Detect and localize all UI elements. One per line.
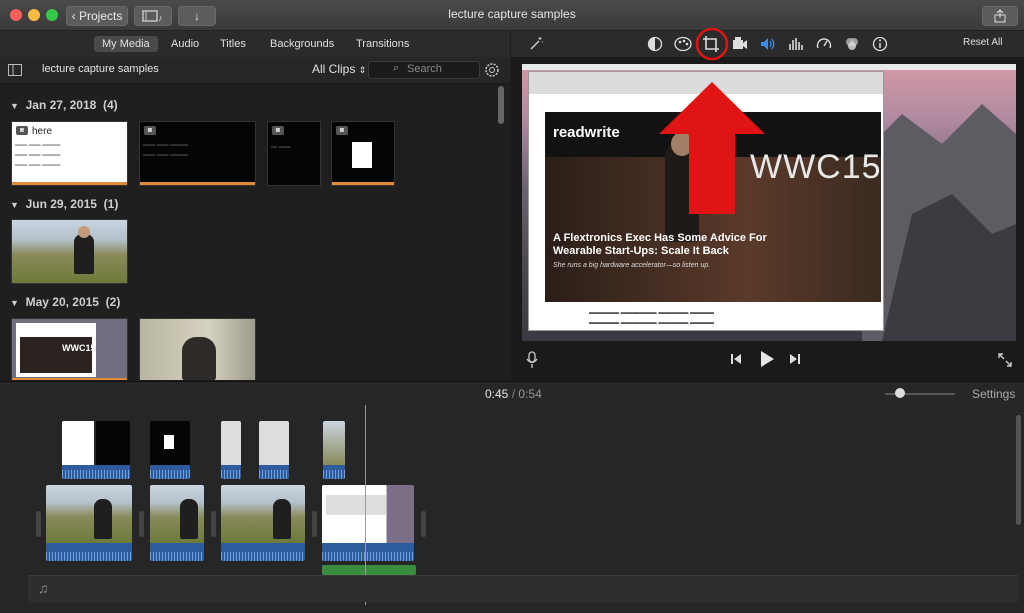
clip-thumbnail[interactable]: ◙ here ▬▬ ▬▬ ▬▬▬ ▬▬ ▬▬ ▬▬▬ ▬▬ ▬▬ ▬▬▬ xyxy=(11,121,128,186)
event-name: lecture capture samples xyxy=(42,63,159,75)
tab-my-media[interactable]: My Media xyxy=(94,36,158,52)
camera-icon: ◙ xyxy=(272,126,284,135)
disclosure-triangle-icon: ▼ xyxy=(10,101,19,111)
share-button[interactable] xyxy=(982,6,1018,26)
camera-icon: ◙ xyxy=(336,126,348,135)
total-time: 0:54 xyxy=(518,387,542,401)
article-headline: A Flextronics Exec Has Some Advice For W… xyxy=(553,232,767,257)
play-icon[interactable] xyxy=(758,349,776,369)
clip-trim-handle[interactable] xyxy=(139,511,144,537)
clip-trim-handle[interactable] xyxy=(312,511,317,537)
timeline-clip-selected[interactable] xyxy=(322,485,414,561)
color-balance-icon[interactable] xyxy=(647,36,663,52)
clip-thumbnail[interactable] xyxy=(11,219,128,284)
clip-trim-handle[interactable] xyxy=(421,511,426,537)
search-field[interactable]: ⌕ Search xyxy=(368,61,480,79)
cutaway-clip[interactable] xyxy=(259,421,289,479)
color-palette-icon[interactable] xyxy=(674,36,692,52)
music-well: ♫ xyxy=(28,575,1018,602)
stepper-icon: ⇕ xyxy=(358,65,367,75)
skip-back-icon[interactable] xyxy=(729,352,743,366)
timecode: 0:45 / 0:54 xyxy=(485,387,542,401)
share-icon xyxy=(994,9,1006,23)
viewer-toolbar: Reset All xyxy=(511,31,1024,57)
window-title: lecture capture samples xyxy=(448,7,576,21)
media-browser: ▼ Jan 27, 2018 (4) ◙ here ▬▬ ▬▬ ▬▬▬ ▬▬ ▬… xyxy=(0,84,510,380)
search-icon: ⌕ xyxy=(393,62,400,74)
filter-effects-icon[interactable] xyxy=(844,36,860,52)
speedometer-icon[interactable] xyxy=(816,36,832,52)
clip-thumbnail[interactable]: ◙ ▬▬ ▬▬ ▬▬▬ ▬▬ ▬▬ ▬▬▬ xyxy=(139,121,256,186)
browser-scrollbar[interactable] xyxy=(498,86,504,124)
sidebar-toggle-icon[interactable] xyxy=(8,64,22,76)
clip-thumbnail[interactable] xyxy=(139,318,256,380)
magic-wand-icon[interactable] xyxy=(528,36,544,52)
site-logo: readwrite xyxy=(553,124,620,141)
mountain-graphic xyxy=(862,104,1016,341)
fullscreen-icon[interactable] xyxy=(997,352,1013,368)
disclosure-triangle-icon: ▼ xyxy=(10,200,19,210)
library-tabs: My Media Audio Titles Backgrounds Transi… xyxy=(0,31,510,57)
date-group-header[interactable]: ▼ Jan 27, 2018 (4) xyxy=(10,98,118,112)
camera-icon: ◙ xyxy=(144,126,156,135)
cutaway-clip[interactable] xyxy=(150,421,190,479)
timeline-clip[interactable] xyxy=(150,485,204,561)
timeline-settings-button[interactable]: Settings xyxy=(972,387,1015,401)
music-track[interactable] xyxy=(322,565,416,575)
date-group-header[interactable]: ▼ May 20, 2015 (2) xyxy=(10,295,120,309)
clip-caption: here xyxy=(32,126,53,137)
clip-trim-handle[interactable] xyxy=(211,511,216,537)
tab-audio[interactable]: Audio xyxy=(163,36,207,52)
clip-thumbnail[interactable]: ◙ xyxy=(331,121,395,186)
event-banner: WWC15 xyxy=(750,148,882,186)
cutaway-clip[interactable] xyxy=(323,421,345,479)
disclosure-triangle-icon: ▼ xyxy=(10,298,19,308)
menu-bar xyxy=(522,64,1016,70)
cutaway-clip[interactable] xyxy=(221,421,241,479)
reset-all-button[interactable]: Reset All xyxy=(963,37,1002,48)
clip-thumbnail[interactable]: WWC15 xyxy=(11,318,128,380)
clip-filter-select[interactable]: All Clips ⇕ xyxy=(312,62,366,76)
microphone-icon[interactable] xyxy=(526,351,538,369)
current-time: 0:45 xyxy=(485,387,509,401)
tab-transitions[interactable]: Transitions xyxy=(348,36,417,52)
presenter-figure xyxy=(74,234,94,274)
equalizer-icon[interactable] xyxy=(788,36,806,52)
timeline-clip[interactable] xyxy=(221,485,305,561)
title-bar: ‹ Projects ♪ ↓ lecture capture samples xyxy=(0,0,1024,31)
webcam-person xyxy=(182,337,216,380)
clip-thumbnail[interactable]: ◙ ▬ ▬▬ xyxy=(267,121,321,186)
timeline-clip[interactable] xyxy=(46,485,132,561)
article-subhead: She runs a big hardware accelerator—so l… xyxy=(553,262,711,269)
gear-icon[interactable] xyxy=(484,62,500,78)
date-group-header[interactable]: ▼ Jun 29, 2015 (1) xyxy=(10,197,118,211)
timeline-header: 0:45 / 0:54 Settings xyxy=(0,381,1024,406)
tab-titles[interactable]: Titles xyxy=(212,36,254,52)
zoom-slider-knob[interactable] xyxy=(895,388,905,398)
info-icon[interactable] xyxy=(872,36,888,52)
red-circle-annotation xyxy=(695,27,729,61)
cutaway-clip[interactable] xyxy=(62,421,130,479)
timeline: ♫ xyxy=(0,405,1024,613)
skip-forward-icon[interactable] xyxy=(788,352,802,366)
timeline-scrollbar[interactable] xyxy=(1016,415,1021,525)
volume-icon[interactable] xyxy=(759,36,777,52)
video-camera-icon[interactable] xyxy=(731,36,749,52)
clip-trim-handle[interactable] xyxy=(36,511,41,537)
camera-icon: ◙ xyxy=(16,126,28,135)
music-note-icon: ♫ xyxy=(38,580,49,596)
red-arrow-annotation xyxy=(659,82,765,214)
zoom-slider[interactable] xyxy=(885,388,955,398)
viewer-frame: readwrite WWC15 A Flextronics Exec Has S… xyxy=(522,64,1016,341)
library-toolbar: lecture capture samples All Clips ⇕ ⌕ Se… xyxy=(0,57,510,84)
tab-backgrounds[interactable]: Backgrounds xyxy=(262,36,342,52)
